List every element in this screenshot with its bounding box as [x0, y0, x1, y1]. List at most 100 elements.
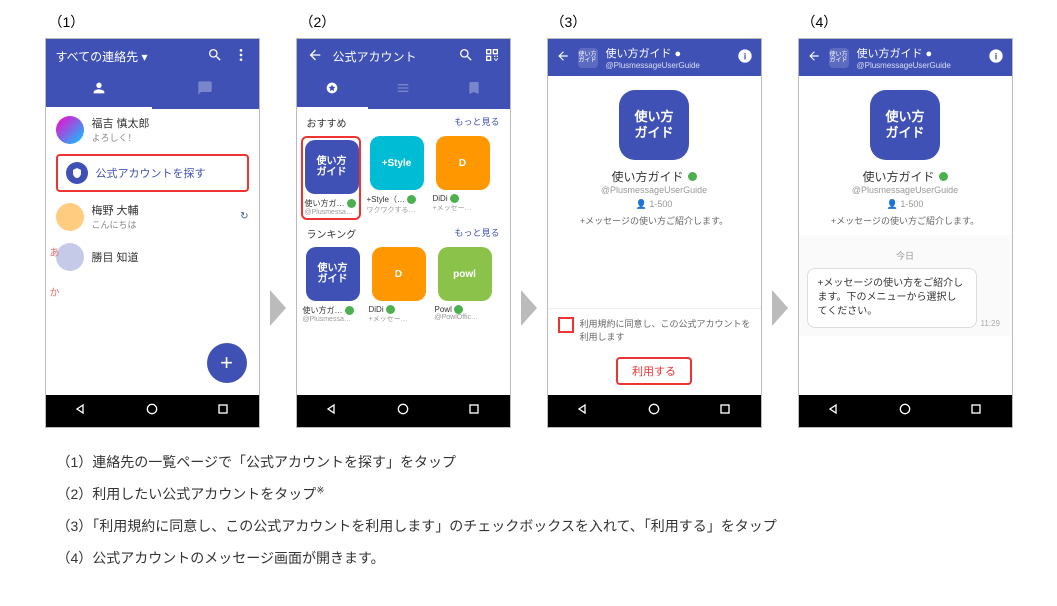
content-4: 使い方 ガイド 使い方ガイド @PlusmessageUserGuide 👤 1… [799, 76, 1012, 395]
arrow-icon [770, 288, 790, 333]
official-account-card[interactable]: D DiDi +メッセー… [369, 247, 429, 324]
stage-1: （1） すべての連絡先 ▾ 福吉 慎太郎 よろしく！ [45, 12, 260, 428]
stage-1-label: （1） [49, 12, 85, 32]
phone-1: すべての連絡先 ▾ 福吉 慎太郎 よろしく！ 公式アカウントを [45, 38, 260, 428]
contact-sub: こんにちは [92, 218, 139, 231]
back-icon[interactable] [307, 47, 323, 66]
stage-4: （4） 使い方 ガイド 使い方ガイド ● @PlusmessageUserGui… [798, 12, 1013, 428]
message-time: 11:29 [981, 319, 1000, 328]
verified-icon [454, 305, 463, 314]
search-icon[interactable] [207, 47, 223, 66]
tab-messages[interactable] [152, 74, 259, 109]
card-sub: +メッセー… [369, 314, 429, 324]
caption-2-note: ※ [316, 485, 324, 496]
contact-row[interactable]: 梅野 大輔 こんにちは ↻ [46, 196, 259, 237]
avatar [56, 116, 84, 144]
card-sub: @Plusmessa… [303, 316, 363, 323]
refresh-icon[interactable]: ↻ [240, 211, 248, 222]
card-sub: @Plusmessa… [305, 209, 357, 216]
chat-header: 使い方 ガイド 使い方ガイド ● @PlusmessageUserGuide i [548, 39, 761, 76]
info-icon[interactable]: i [988, 48, 1004, 67]
tab-star[interactable] [297, 74, 368, 109]
fab-add[interactable]: + [207, 343, 247, 383]
ranking-row: 使い方 ガイド 使い方ガ… @Plusmessa… D DiDi +メッセー… … [297, 247, 510, 324]
back-icon[interactable] [807, 49, 821, 66]
header-title: 使い方ガイド ● [857, 45, 980, 61]
card-thumb: powl [438, 247, 492, 301]
more-icon[interactable] [233, 47, 249, 66]
header-title: 使い方ガイド ● [606, 45, 729, 61]
nav-home-icon[interactable] [897, 401, 913, 422]
android-navbar [548, 395, 761, 427]
see-more-link[interactable]: もっと見る [454, 226, 499, 241]
contact-name: 勝目 知道 [92, 249, 139, 265]
shield-icon [66, 162, 88, 184]
stage-2-label: （2） [300, 12, 336, 32]
follower-count: 1-500 [900, 199, 923, 209]
profile-block: 使い方 ガイド 使い方ガイド @PlusmessageUserGuide 👤 1… [548, 76, 761, 235]
tab-bookmark-icon[interactable] [439, 74, 510, 109]
header-thumb: 使い方 ガイド [578, 48, 598, 68]
card-title: 使い方ガ… [303, 305, 343, 316]
nav-back-icon[interactable] [826, 401, 842, 422]
card-title: Powl [435, 305, 452, 314]
nav-back-icon[interactable] [324, 401, 340, 422]
official-account-card[interactable]: D DiDi +メッセー… [433, 136, 493, 220]
use-button[interactable]: 利用する [616, 357, 692, 385]
caption-4: （4）公式アカウントのメッセージ画面が開きます。 [57, 550, 385, 566]
index-letter[interactable]: か [50, 284, 60, 299]
contact-name: 福吉 慎太郎 [92, 115, 150, 131]
contact-row[interactable]: 勝目 知道 [46, 237, 259, 277]
title-dropdown[interactable]: すべての連絡先 ▾ [56, 48, 197, 65]
tab-contacts[interactable] [46, 74, 153, 109]
index-letter[interactable]: あ [50, 244, 60, 259]
contact-row[interactable]: 福吉 慎太郎 よろしく！ [46, 109, 259, 150]
find-official-account-button[interactable]: 公式アカウントを探す [56, 154, 249, 192]
content-1: 福吉 慎太郎 よろしく！ 公式アカウントを探す あ 梅野 大輔 こんにちは ↻ [46, 109, 259, 395]
tab-list-icon[interactable] [368, 74, 439, 109]
card-thumb: +Style [370, 136, 424, 190]
nav-recent-icon[interactable] [466, 401, 482, 422]
nav-back-icon[interactable] [575, 401, 591, 422]
nav-back-icon[interactable] [73, 401, 89, 422]
card-sub: ワクワクする… [367, 205, 427, 215]
agree-text: 利用規約に同意し、この公式アカウントを利用します [580, 317, 751, 343]
info-icon[interactable]: i [737, 48, 753, 67]
tabs-1 [46, 74, 259, 109]
stage-3-label: （3） [551, 12, 587, 32]
back-icon[interactable] [556, 49, 570, 66]
official-account-card[interactable]: powl Powl @PowlOffic… [435, 247, 495, 324]
phone-3: 使い方 ガイド 使い方ガイド ● @PlusmessageUserGuide i… [547, 38, 762, 428]
nav-home-icon[interactable] [646, 401, 662, 422]
captions: （1）連絡先の一覧ページで「公式アカウントを探す」をタップ （2）利用したい公式… [39, 452, 1019, 568]
caption-2: （2）利用したい公式アカウントをタップ [57, 486, 317, 502]
header-sub: @PlusmessageUserGuide [857, 61, 980, 70]
header-sub: @PlusmessageUserGuide [606, 61, 729, 70]
find-official-label: 公式アカウントを探す [96, 165, 206, 181]
nav-recent-icon[interactable] [717, 401, 733, 422]
tabs-2 [297, 74, 510, 109]
official-account-card[interactable]: +Style +Style（… ワクワクする… [367, 136, 427, 220]
official-account-card[interactable]: 使い方 ガイド 使い方ガ… @Plusmessa… [301, 136, 361, 220]
follower-icon: 👤 [887, 199, 901, 209]
see-more-link[interactable]: もっと見る [454, 115, 499, 130]
caption-3: （3）「利用規約に同意し、この公式アカウントを利用します」のチェックボックスを入… [57, 518, 777, 534]
profile-desc: +メッセージの使い方ご紹介します。 [556, 214, 753, 227]
nav-home-icon[interactable] [144, 401, 160, 422]
official-account-card[interactable]: 使い方 ガイド 使い方ガ… @Plusmessa… [303, 247, 363, 324]
nav-recent-icon[interactable] [215, 401, 231, 422]
android-navbar [799, 395, 1012, 427]
section-title: ランキング [307, 226, 357, 241]
agree-checkbox[interactable] [558, 317, 574, 333]
qr-icon[interactable] [484, 47, 500, 66]
verified-icon [939, 172, 948, 181]
search-icon[interactable] [458, 47, 474, 66]
chat-header: 使い方 ガイド 使い方ガイド ● @PlusmessageUserGuide i [799, 39, 1012, 76]
nav-home-icon[interactable] [395, 401, 411, 422]
contact-sub: よろしく！ [92, 131, 150, 144]
agree-row: 利用規約に同意し、この公式アカウントを利用します [548, 308, 761, 351]
nav-recent-icon[interactable] [968, 401, 984, 422]
card-title: DiDi [369, 305, 384, 314]
verified-icon [345, 306, 354, 315]
svg-text:i: i [994, 51, 997, 61]
